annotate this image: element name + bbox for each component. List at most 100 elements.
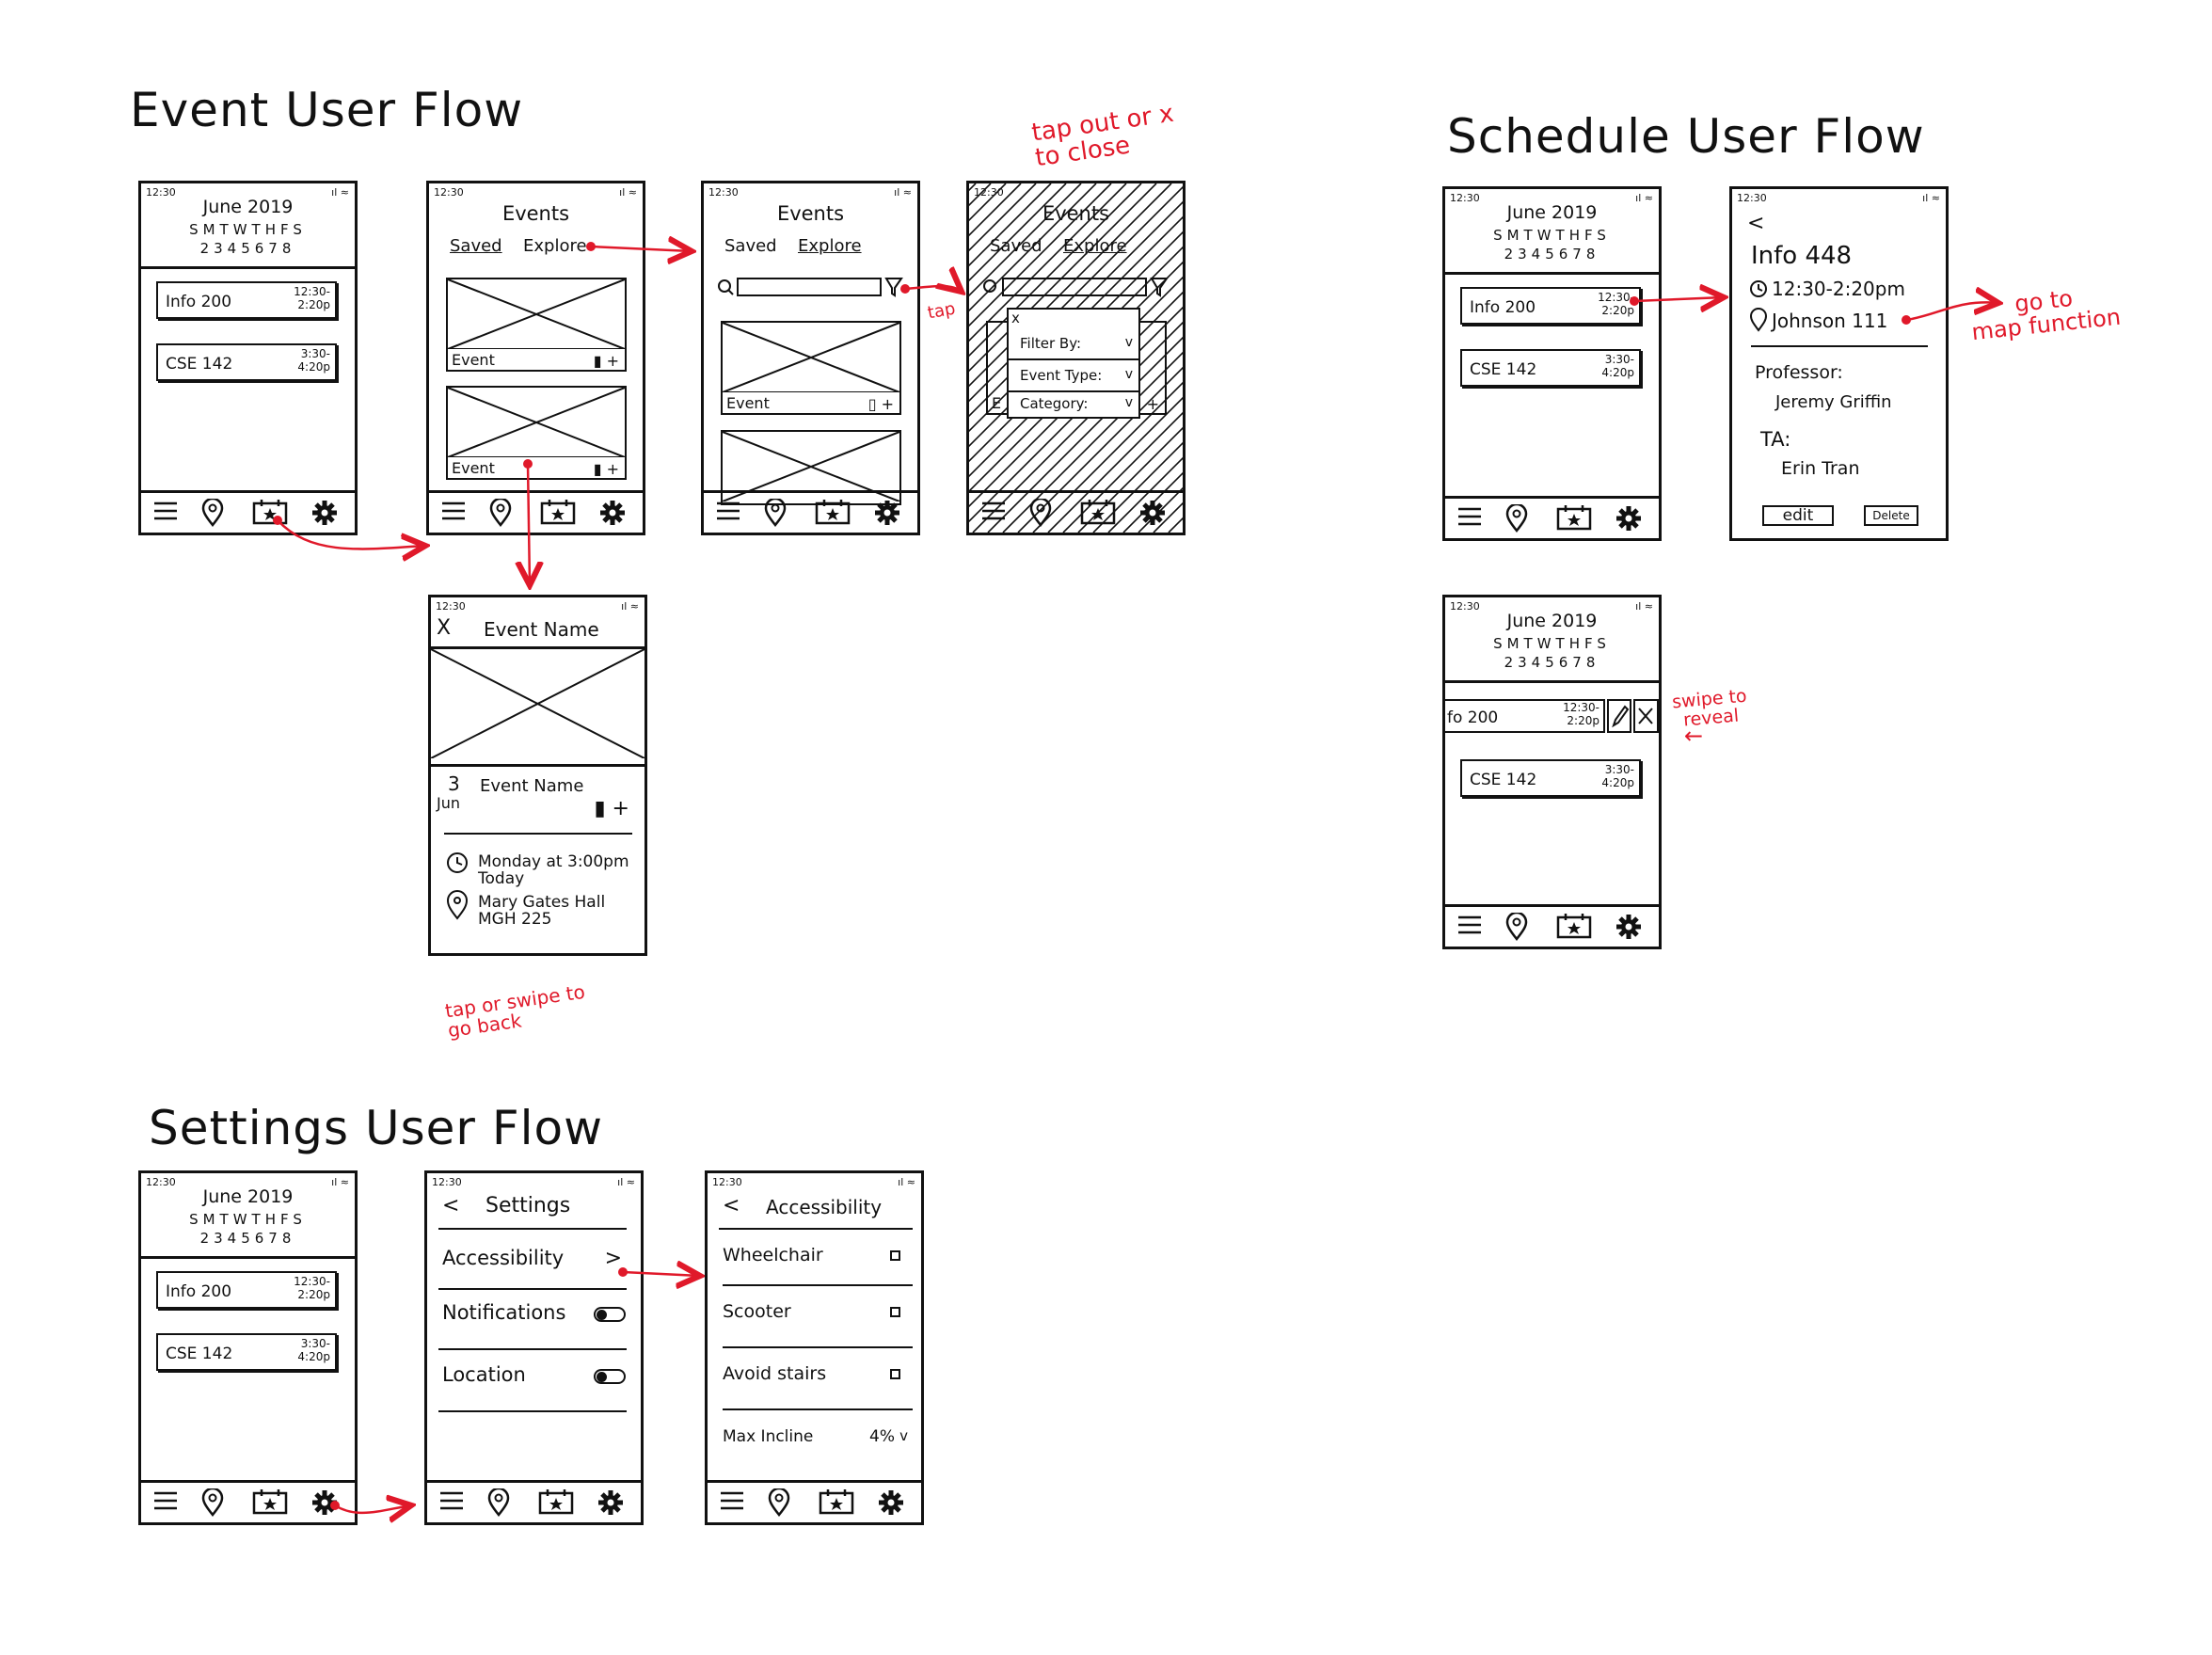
scooter-checkbox[interactable] bbox=[890, 1307, 900, 1317]
map-pin-icon[interactable] bbox=[1504, 913, 1530, 941]
gear-icon[interactable] bbox=[597, 1488, 625, 1517]
wheelchair-checkbox[interactable] bbox=[890, 1250, 900, 1261]
filter-option[interactable]: Filter By: v bbox=[1009, 328, 1138, 360]
delete-x-button[interactable] bbox=[1633, 699, 1659, 733]
class-card[interactable]: Info 200 12:30- 2:20p bbox=[156, 281, 337, 319]
class-time: 3:30- 4:20p bbox=[297, 1337, 330, 1363]
accessibility-item-wheelchair[interactable]: Wheelchair bbox=[708, 1239, 921, 1282]
settings-item-notifications[interactable]: Notifications bbox=[427, 1296, 641, 1343]
class-name: CSE 142 bbox=[1470, 360, 1537, 379]
calendar-star-icon[interactable] bbox=[540, 499, 576, 525]
filter-close-icon[interactable]: x bbox=[1011, 310, 1020, 326]
menu-icon[interactable] bbox=[1456, 504, 1483, 529]
event-place-sub: MGH 225 bbox=[478, 910, 552, 929]
incline-value[interactable]: 4% bbox=[869, 1427, 895, 1446]
bookmark-add-icon[interactable]: ▮ + bbox=[594, 797, 629, 820]
gear-icon[interactable] bbox=[310, 1488, 339, 1517]
map-pin-icon[interactable] bbox=[487, 499, 514, 527]
class-time: 3:30- 4:20p bbox=[1601, 353, 1634, 379]
accessibility-item-label: Scooter bbox=[723, 1301, 791, 1322]
map-pin-icon[interactable] bbox=[199, 1488, 226, 1517]
class-card[interactable]: CSE 142 3:30- 4:20p bbox=[1460, 349, 1641, 387]
calendar-star-icon[interactable] bbox=[1556, 504, 1592, 531]
settings-item-accessibility[interactable]: Accessibility > bbox=[427, 1239, 641, 1286]
gear-icon[interactable] bbox=[1615, 504, 1643, 533]
gear-icon[interactable] bbox=[877, 1488, 905, 1517]
notifications-toggle[interactable] bbox=[594, 1307, 626, 1322]
annotation-map-function: go to map function bbox=[1970, 284, 2123, 346]
menu-icon[interactable] bbox=[152, 1488, 179, 1513]
tab-saved[interactable]: Saved bbox=[450, 236, 502, 256]
gear-icon[interactable] bbox=[598, 499, 627, 527]
event-calendar-screen: 12:30 ıl ≈ June 2019 SMTWTHFS 2345678 In… bbox=[138, 181, 358, 535]
event-image-placeholder bbox=[448, 388, 625, 457]
menu-icon[interactable] bbox=[440, 499, 467, 523]
settings-calendar-screen: 12:30 ıl ≈ June 2019 SMTWTHFS 2345678 In… bbox=[138, 1170, 358, 1525]
avoid-stairs-checkbox[interactable] bbox=[890, 1369, 900, 1379]
tab-explore[interactable]: Explore bbox=[523, 236, 587, 256]
delete-button[interactable]: Delete bbox=[1864, 505, 1918, 526]
event-time: Monday at 3:00pm bbox=[478, 852, 629, 871]
calendar-dates[interactable]: 2345678 bbox=[141, 1230, 355, 1247]
chevron-right-icon: > bbox=[604, 1247, 622, 1270]
class-card[interactable]: Info 200 12:30- 2:20p bbox=[156, 1271, 337, 1309]
location-toggle[interactable] bbox=[594, 1369, 626, 1384]
search-bar[interactable] bbox=[704, 183, 920, 306]
calendar-header: June 2019 SMTWTHFS 2345678 bbox=[1445, 189, 1659, 275]
calendar-star-icon[interactable] bbox=[1556, 913, 1592, 939]
map-pin-icon[interactable] bbox=[1504, 504, 1530, 533]
annotation-tap: tap bbox=[926, 298, 957, 324]
settings-item-location[interactable]: Location bbox=[427, 1358, 641, 1405]
annotation-swipe-reveal: swipe to reveal bbox=[1671, 685, 1748, 731]
map-pin-icon[interactable] bbox=[1027, 499, 1054, 527]
bookmark-add-icon[interactable]: ▯ + bbox=[868, 395, 894, 413]
back-chevron-icon[interactable]: < bbox=[723, 1194, 740, 1217]
divider bbox=[438, 1228, 627, 1230]
calendar-star-icon[interactable] bbox=[815, 499, 851, 525]
calendar-star-icon[interactable] bbox=[252, 499, 288, 525]
event-card[interactable]: Event ▯ + bbox=[721, 321, 901, 415]
swiped-class-card[interactable]: fo 200 12:30- 2:20p bbox=[1445, 699, 1605, 733]
calendar-dates[interactable]: 2345678 bbox=[141, 240, 355, 257]
menu-icon[interactable] bbox=[152, 499, 179, 523]
class-time: 12:30- 2:20p bbox=[1563, 701, 1599, 727]
class-card[interactable]: CSE 142 3:30- 4:20p bbox=[1460, 759, 1641, 797]
calendar-dates[interactable]: 2345678 bbox=[1445, 654, 1659, 671]
map-pin-icon[interactable] bbox=[762, 499, 788, 527]
map-pin-icon[interactable] bbox=[485, 1488, 512, 1517]
menu-icon[interactable] bbox=[980, 499, 1007, 523]
gear-icon[interactable] bbox=[1138, 499, 1167, 527]
map-pin-icon[interactable] bbox=[766, 1488, 792, 1517]
gear-icon[interactable] bbox=[1615, 913, 1643, 941]
edit-button[interactable]: edit bbox=[1762, 505, 1834, 526]
event-card[interactable]: Event ▮ + bbox=[446, 386, 627, 480]
edit-pencil-button[interactable] bbox=[1607, 699, 1631, 733]
calendar-star-icon[interactable] bbox=[538, 1488, 574, 1515]
bookmark-add-icon[interactable]: ▮ + bbox=[594, 460, 619, 478]
class-card[interactable]: Info 200 12:30- 2:20p bbox=[1460, 287, 1641, 325]
accessibility-item-scooter[interactable]: Scooter bbox=[708, 1296, 921, 1339]
calendar-star-icon[interactable] bbox=[252, 1488, 288, 1515]
filter-option[interactable]: Event Type: v bbox=[1009, 360, 1138, 392]
bookmark-add-icon[interactable]: ▮ + bbox=[594, 352, 619, 370]
menu-icon[interactable] bbox=[715, 499, 741, 523]
accessibility-item-max-incline[interactable]: Max Incline 4% v bbox=[708, 1420, 921, 1463]
gear-icon[interactable] bbox=[310, 499, 339, 527]
back-chevron-icon[interactable]: < bbox=[442, 1194, 459, 1217]
class-card[interactable]: CSE 142 3:30- 4:20p bbox=[156, 1333, 337, 1371]
pencil-icon bbox=[1612, 705, 1630, 728]
event-card[interactable]: Event ▮ + bbox=[446, 278, 627, 372]
status-signal: ıl ≈ bbox=[617, 1176, 635, 1188]
gear-icon[interactable] bbox=[873, 499, 901, 527]
calendar-star-icon[interactable] bbox=[819, 1488, 854, 1515]
calendar-dates[interactable]: 2345678 bbox=[1445, 246, 1659, 263]
filter-option[interactable]: Category: v bbox=[1009, 392, 1138, 417]
class-card[interactable]: CSE 142 3:30- 4:20p bbox=[156, 343, 337, 381]
menu-icon[interactable] bbox=[438, 1488, 465, 1513]
accessibility-item-avoid-stairs[interactable]: Avoid stairs bbox=[708, 1358, 921, 1401]
menu-icon[interactable] bbox=[719, 1488, 745, 1513]
menu-icon[interactable] bbox=[1456, 913, 1483, 937]
calendar-star-icon[interactable] bbox=[1080, 499, 1116, 525]
class-name: Info 200 bbox=[1470, 298, 1536, 317]
map-pin-icon[interactable] bbox=[199, 499, 226, 527]
